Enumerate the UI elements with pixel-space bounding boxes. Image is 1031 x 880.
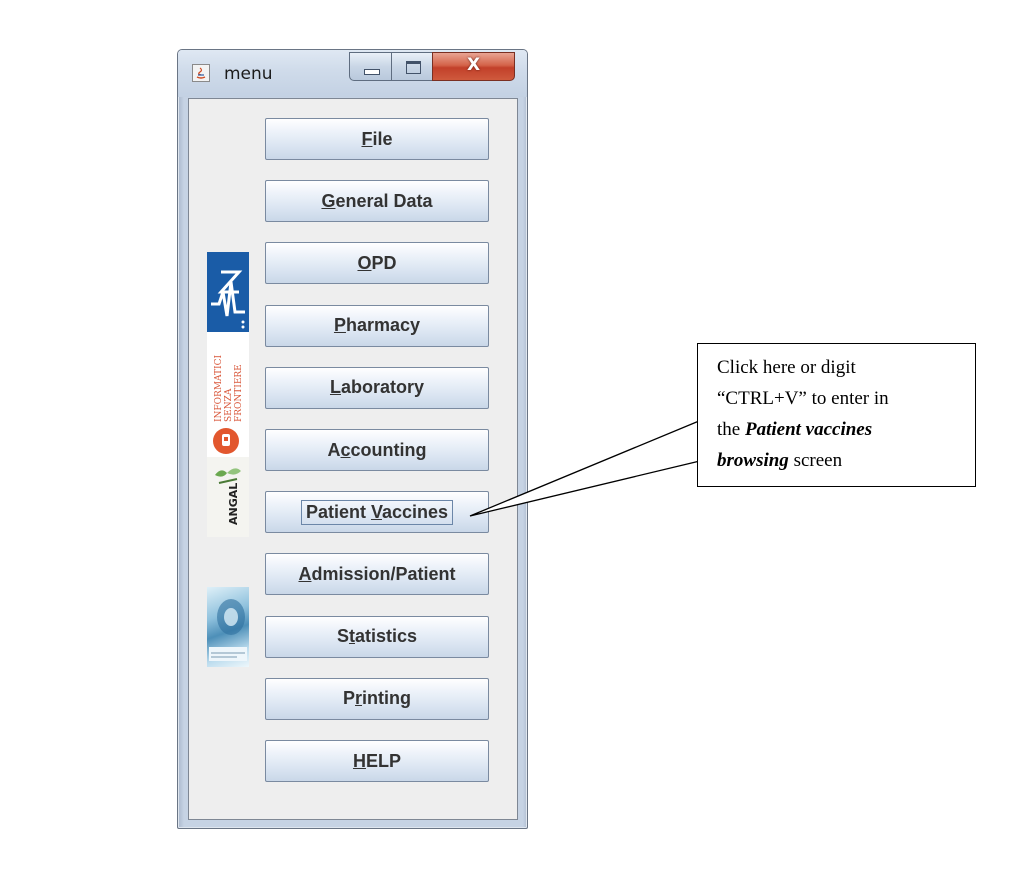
pharmacy-button[interactable]: Pharmacy [265,304,489,347]
callout-line-3: the Patient vaccines [717,419,873,440]
minimize-button[interactable] [349,52,392,81]
help-button[interactable]: HELP [265,740,489,782]
patient-vaccines-label: Patient Vaccines [300,499,454,525]
printing-button[interactable]: Printing [265,677,489,720]
close-icon: X [466,55,481,75]
angal-logo: ANGAL [207,457,249,537]
help-label: HELP [352,750,401,771]
admission-patient-button[interactable]: Admission/Patient [265,553,489,596]
svg-text:SENZA: SENZA [224,388,234,422]
opd-button[interactable]: OPD [265,242,489,285]
laboratory-button[interactable]: Laboratory [265,366,489,409]
accounting-label: Accounting [327,439,427,460]
svg-text:FRONTIERE: FRONTIERE [234,364,244,422]
admission-patient-label: Admission/Patient [298,563,456,584]
callout-line-1: Click here or digit [717,357,856,378]
callout-line-4: browsing screen [717,450,843,471]
statistics-button[interactable]: Statistics [265,615,489,658]
isf-logo: INFORMATICI SENZA FRONTIERE [207,332,249,457]
general-data-label: General Data [321,190,433,211]
svg-text:INFORMATICI: INFORMATICI [214,355,224,422]
pharmacy-label: Pharmacy [333,315,421,336]
asmn-logo [207,252,249,332]
printing-label: Printing [342,688,411,709]
window-title: menu [224,64,273,84]
callout-emphasis-2: browsing [717,450,789,471]
maximize-button[interactable] [391,52,433,81]
maximize-icon [406,61,421,74]
java-app-icon [192,64,210,82]
title-bar[interactable]: menu X [178,50,527,97]
file-button[interactable]: File [265,118,489,160]
laboratory-label: Laboratory [329,377,425,398]
isf-emblem [213,428,239,454]
patient-vaccines-button[interactable]: Patient Vaccines [265,491,489,534]
opd-label: OPD [357,252,397,273]
file-label: File [361,128,393,149]
minimize-icon [364,69,380,75]
medical-photo [207,587,249,667]
svg-text:ANGAL: ANGAL [227,483,240,525]
general-data-button[interactable]: General Data [265,180,489,223]
callout-line-2: “CTRL+V” to enter in [717,388,889,409]
callout-emphasis-1: Patient vaccines [744,419,873,440]
menu-window: menu X INFORMATICI SENZA FRONTIERE ANGAL… [177,49,528,829]
accounting-button[interactable]: Accounting [265,429,489,471]
window-controls: X [349,52,515,83]
close-button[interactable]: X [432,52,515,81]
callout-annotation: Click here or digit “CTRL+V” to enter in… [697,343,976,487]
statistics-label: Statistics [336,626,418,647]
